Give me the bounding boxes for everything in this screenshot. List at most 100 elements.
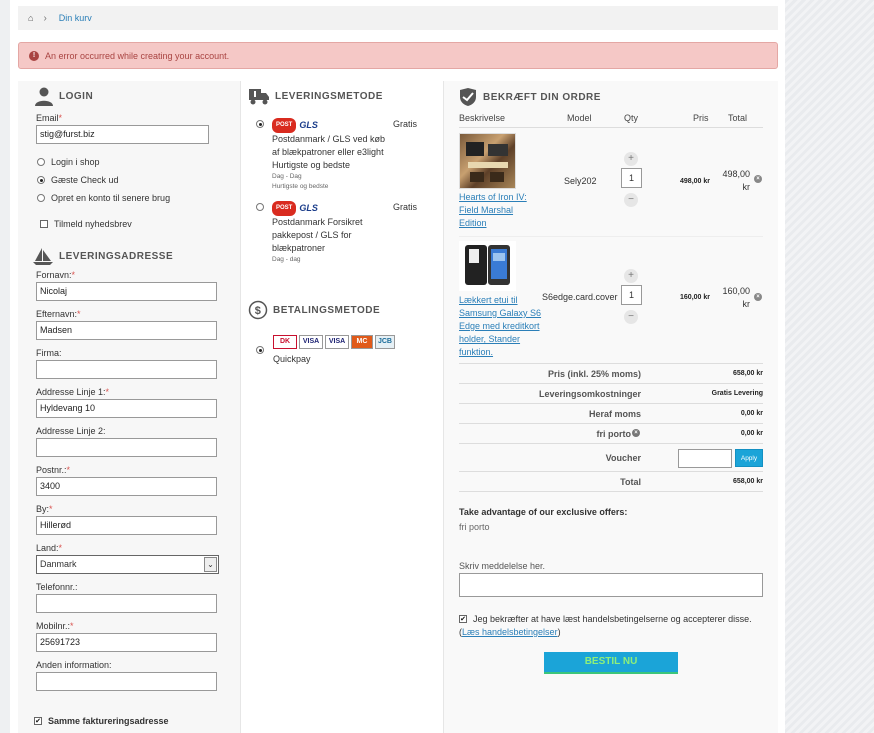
address-field[interactable] <box>36 594 217 613</box>
submit-order-button[interactable]: BESTIL NU <box>544 652 678 674</box>
product-model: S6edge.card.cover <box>542 292 618 302</box>
voucher-input[interactable] <box>678 449 732 468</box>
field-label: Addresse Linje 2: <box>36 426 106 436</box>
qty-input[interactable]: 1 <box>621 285 642 305</box>
visa-logo-icon: VISA <box>299 335 323 349</box>
divider <box>459 471 763 472</box>
terms-checkbox[interactable]: ✔ Jeg bekræfter at have læst handelsbetin… <box>459 614 752 624</box>
address-field[interactable] <box>36 438 217 457</box>
product-total: 498,00 kr <box>722 169 750 192</box>
product-image[interactable] <box>459 133 516 189</box>
summary-value: Gratis Levering <box>711 390 763 397</box>
divider <box>459 383 763 384</box>
qty-input[interactable]: 1 <box>621 168 642 188</box>
ship-icon <box>33 248 53 265</box>
address-field[interactable] <box>36 672 217 691</box>
shipping-title: LEVERINGSMETODE <box>248 87 383 105</box>
terms-link[interactable]: Læs handelsbetingelser <box>462 627 558 637</box>
jcb-logo-icon: JCB <box>375 335 395 349</box>
shipping-option-1-note2: Hurtigste og bedste <box>272 183 329 190</box>
product-image[interactable] <box>459 241 516 291</box>
field-label: Anden information: <box>36 660 112 670</box>
field-label: By:* <box>36 504 53 514</box>
message-field[interactable] <box>459 573 763 597</box>
summary-label: Pris (inkl. 25% moms) <box>547 369 641 379</box>
field-label: Addresse Linje 1:* <box>36 387 110 397</box>
breadcrumb: ⌂ › Din kurv <box>18 6 778 30</box>
email-label: Email* <box>36 113 63 123</box>
address-field[interactable] <box>36 360 217 379</box>
post-logo-icon: POST <box>272 118 297 133</box>
payment-title: $ BETALINGSMETODE <box>248 300 380 320</box>
field-label: Telefonnr.: <box>36 582 78 592</box>
shipping-option-1-price: Gratis <box>393 119 418 129</box>
address-field[interactable]: 3400 <box>36 477 217 496</box>
same-billing-checkbox[interactable]: ✔ Samme faktureringsadresse <box>34 716 169 726</box>
divider <box>459 236 763 237</box>
address-field[interactable]: Hyldevang 10 <box>36 399 217 418</box>
dollar-icon: $ <box>248 300 268 320</box>
svg-text:$: $ <box>255 305 262 317</box>
field-label: Firma: <box>36 348 62 358</box>
qty-increase-button[interactable]: + <box>624 152 638 166</box>
product-model: Sely202 <box>564 176 597 186</box>
field-label: Efternavn:* <box>36 309 81 319</box>
breadcrumb-current[interactable]: Din kurv <box>59 13 92 23</box>
shipping-option-2[interactable]: POST GLS Postdanmark Forsikret pakkepost … <box>272 201 387 265</box>
login-title: LOGIN <box>34 86 93 106</box>
shipping-option-1[interactable]: POST GLS Postdanmark / GLS ved køb af blæ… <box>272 118 387 192</box>
dankort-logo-icon: DK <box>273 335 297 349</box>
divider <box>459 363 763 364</box>
col-qty: Qty <box>624 113 639 123</box>
total-value: 658,00 kr <box>733 478 763 485</box>
address-field[interactable]: Nicolaj <box>36 282 217 301</box>
post-logo-icon: POST <box>272 201 297 216</box>
qty-decrease-button[interactable]: − <box>624 310 638 324</box>
address-field[interactable]: 25691723 <box>36 633 217 652</box>
home-icon[interactable]: ⌂ <box>28 13 33 23</box>
shipping-option-2-radio[interactable] <box>256 203 270 211</box>
login-option-guest[interactable]: Gæste Check ud <box>37 175 119 185</box>
message-label: Skriv meddelelse her. <box>459 561 546 571</box>
truck-icon <box>249 89 269 105</box>
error-icon: ! <box>29 50 39 61</box>
delivery-title: LEVERINGSADRESSE <box>32 247 173 265</box>
product-link[interactable]: Lækkert etui til Samsung Galaxy S6 Edge … <box>459 294 547 359</box>
product-price: 498,00 kr <box>680 178 710 185</box>
shipping-option-1-note: Dag - Dag <box>272 173 302 180</box>
divider <box>459 403 763 404</box>
login-option-login[interactable]: Login i shop <box>37 157 100 167</box>
mastercard-logo-icon: MC <box>351 335 373 349</box>
gls-logo-icon: GLS <box>299 203 318 213</box>
address-field[interactable]: Hillerød <box>36 516 217 535</box>
divider <box>459 127 763 128</box>
qty-increase-button[interactable]: + <box>624 269 638 283</box>
shipping-option-1-name: Postdanmark / GLS ved køb af blækpatrone… <box>272 134 386 170</box>
product-link[interactable]: Hearts of Iron IV: Field Marshal Edition <box>459 191 539 230</box>
error-message: An error occurred while creating your ac… <box>45 50 230 61</box>
qty-decrease-button[interactable]: − <box>624 193 638 207</box>
shipping-option-1-radio[interactable] <box>256 120 270 128</box>
product-total: 160,00 kr <box>722 286 750 309</box>
summary-label: Leveringsomkostninger <box>538 389 641 399</box>
apply-button[interactable]: Apply <box>735 449 763 467</box>
payment-radio[interactable] <box>256 346 270 354</box>
address-field[interactable]: Madsen <box>36 321 217 340</box>
newsletter-checkbox[interactable]: Tilmeld nyhedsbrev <box>40 219 132 229</box>
remove-coupon-icon[interactable]: × <box>632 429 640 437</box>
gls-logo-icon: GLS <box>299 120 318 130</box>
divider <box>459 491 763 492</box>
payment-method-label: Quickpay <box>273 354 311 364</box>
total-label: Total <box>620 477 641 487</box>
shipping-option-2-name: Postdanmark Forsikret pakkepost / GLS fo… <box>272 217 363 253</box>
chevron-down-icon[interactable]: ⌄ <box>204 557 217 572</box>
chevron-right-icon: › <box>43 12 47 24</box>
phone-case-icon <box>465 245 510 285</box>
remove-item-icon[interactable]: × <box>754 293 762 301</box>
login-option-register[interactable]: Opret en konto til senere brug <box>37 193 170 203</box>
shield-check-icon <box>460 88 476 106</box>
country-select[interactable]: Danmark ⌄ <box>36 555 219 574</box>
email-field[interactable]: stig@furst.biz <box>36 125 209 144</box>
remove-item-icon[interactable]: × <box>754 175 762 183</box>
shipping-option-2-price: Gratis <box>393 202 418 212</box>
